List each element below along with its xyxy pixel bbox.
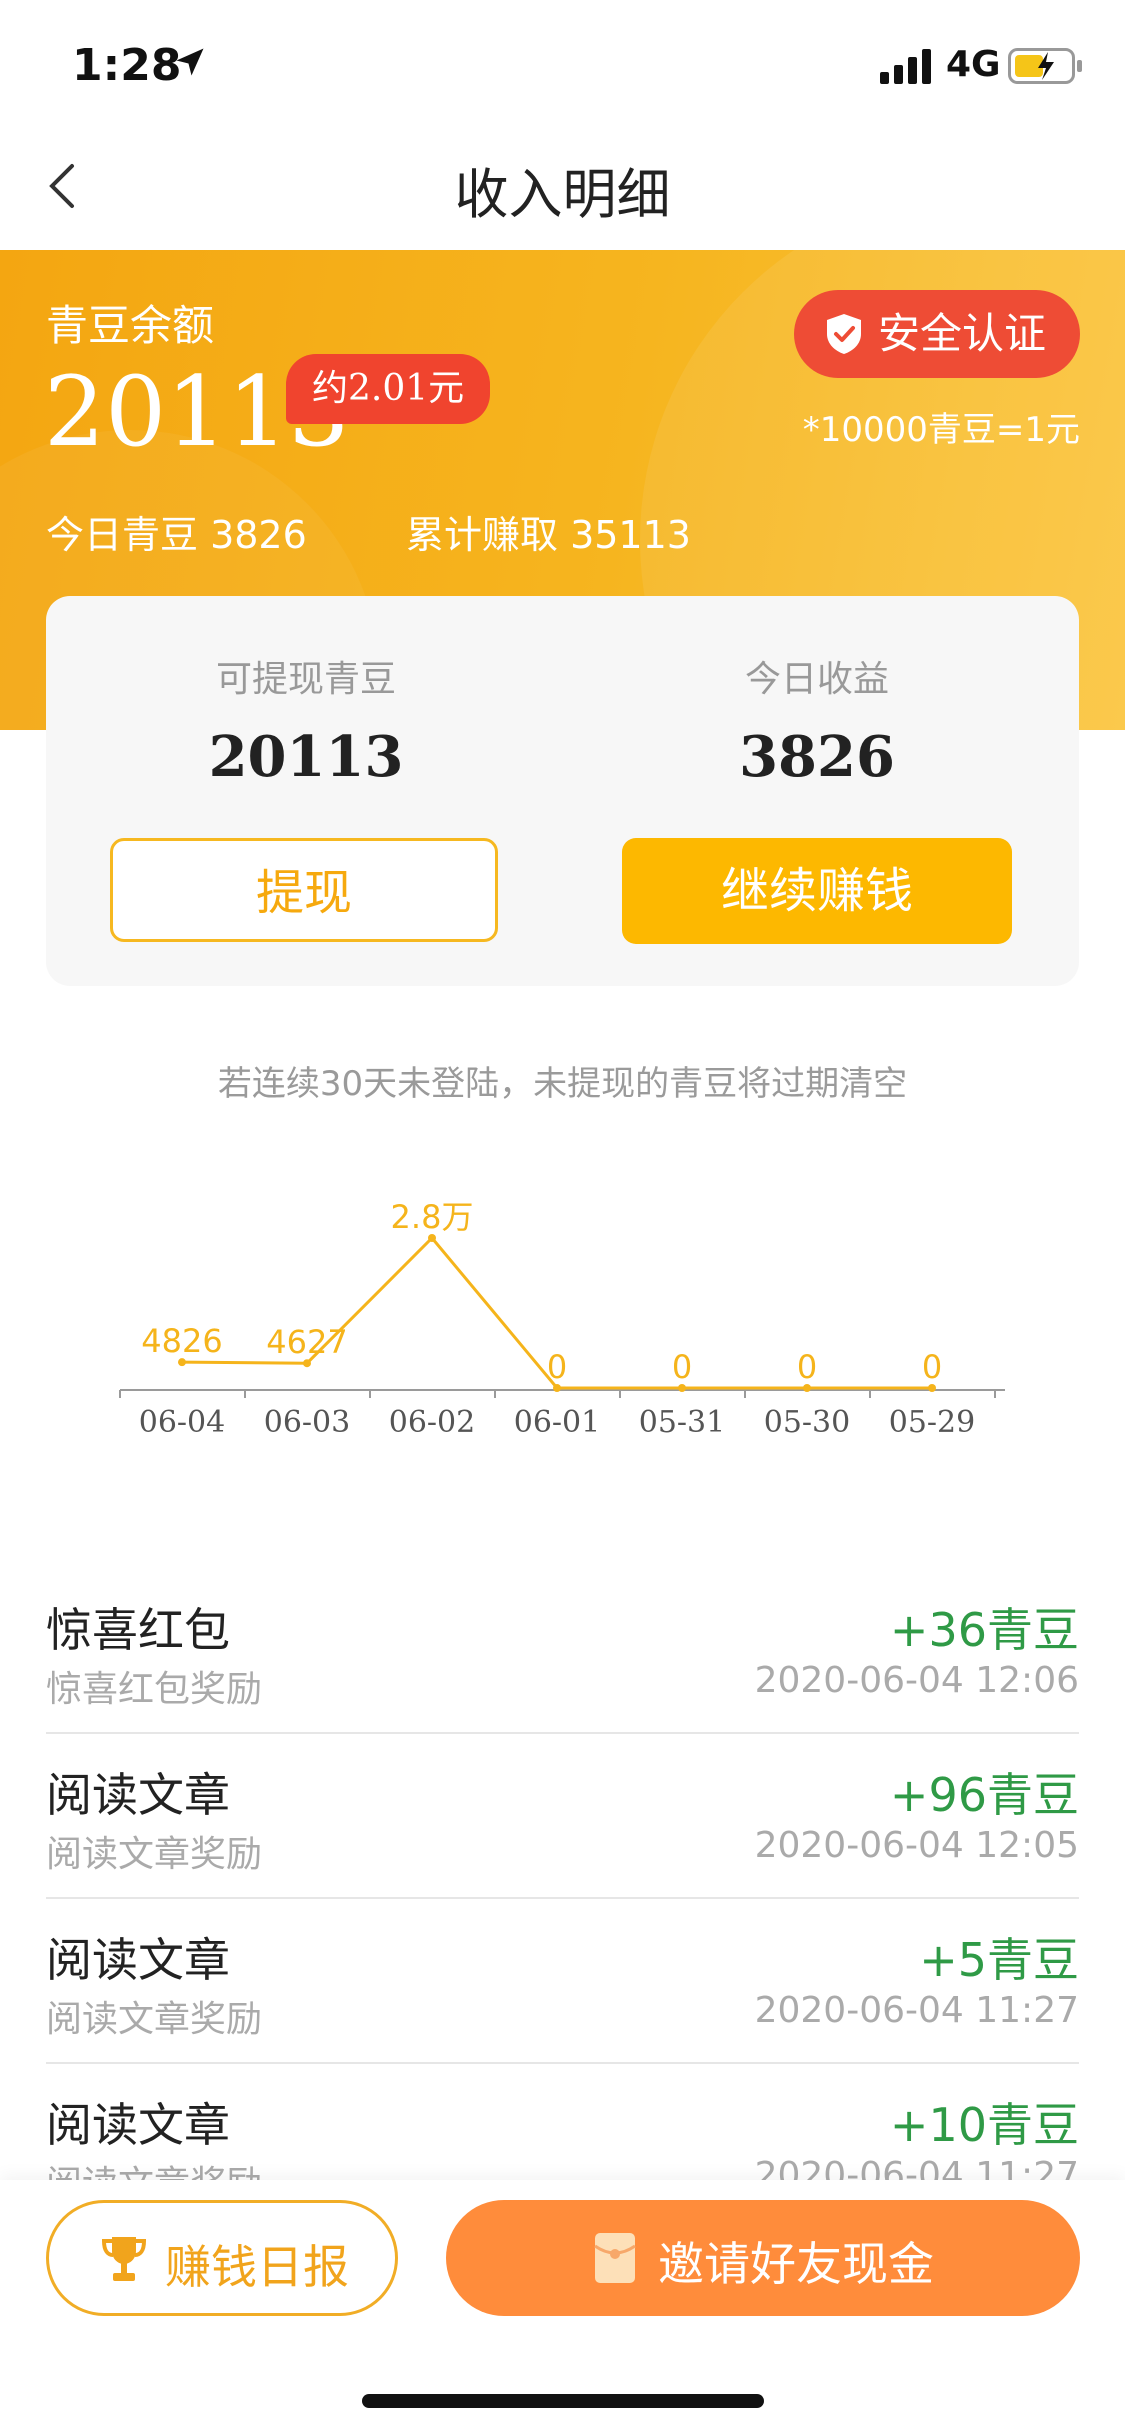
approx-cash-badge: 约2.01元 bbox=[286, 354, 491, 424]
location-arrow-icon bbox=[176, 48, 204, 76]
record-time: 2020-06-04 12:06 bbox=[754, 1660, 1079, 1701]
security-label: 安全认证 bbox=[878, 309, 1047, 358]
x-tick-label: 05-30 bbox=[764, 1405, 850, 1440]
data-label: 4627 bbox=[266, 1323, 347, 1361]
today-beans: 今日青豆 3826 bbox=[46, 513, 307, 557]
page-title: 收入明细 bbox=[454, 163, 671, 226]
data-label: 0 bbox=[672, 1348, 692, 1386]
withdrawable-label: 可提现青豆 bbox=[215, 659, 396, 700]
invite-label: 邀请好友现金 bbox=[658, 2237, 934, 2291]
record-row[interactable]: 阅读文章 阅读文章奖励 +96青豆 2020-06-04 12:05 bbox=[46, 1733, 1079, 1899]
record-subtitle: 惊喜红包奖励 bbox=[46, 1669, 263, 1710]
status-time: 1:28 bbox=[72, 40, 182, 91]
daily-report-button[interactable]: 赚钱日报 bbox=[46, 2200, 398, 2316]
data-label: 4826 bbox=[141, 1322, 222, 1360]
x-tick-label: 06-01 bbox=[514, 1405, 600, 1440]
shield-check-icon bbox=[827, 314, 861, 354]
data-label: 2.8万 bbox=[391, 1198, 474, 1236]
balance-label: 青豆余额 bbox=[46, 301, 215, 350]
daily-report-label: 赚钱日报 bbox=[165, 2240, 349, 2294]
today-income-label: 今日收益 bbox=[744, 659, 889, 700]
security-verification-button[interactable]: 安全认证 bbox=[794, 290, 1080, 378]
signal-icon bbox=[880, 49, 931, 84]
home-indicator bbox=[362, 2394, 764, 2408]
trophy-icon bbox=[101, 2237, 147, 2281]
total-earned: 累计赚取 35113 bbox=[406, 513, 691, 557]
today-income-value: 3826 bbox=[739, 724, 895, 790]
record-subtitle: 阅读文章奖励 bbox=[46, 1999, 263, 2040]
data-label: 0 bbox=[922, 1348, 942, 1386]
record-title: 阅读文章 bbox=[46, 1933, 230, 1987]
expiry-notice: 若连续30天未登陆，未提现的青豆将过期清空 bbox=[217, 1064, 908, 1104]
data-label: 0 bbox=[797, 1348, 817, 1386]
exchange-rate-note: *10000青豆=1元 bbox=[802, 410, 1080, 450]
red-envelope-icon bbox=[594, 2233, 636, 2283]
record-amount: +96青豆 bbox=[889, 1768, 1079, 1822]
x-tick-label: 06-02 bbox=[389, 1405, 475, 1440]
record-time: 2020-06-04 12:05 bbox=[754, 1825, 1079, 1866]
withdraw-button[interactable]: 提现 bbox=[110, 838, 498, 942]
record-amount: +36青豆 bbox=[889, 1603, 1079, 1657]
record-row[interactable]: 惊喜红包 惊喜红包奖励 +36青豆 2020-06-04 12:06 bbox=[46, 1568, 1079, 1734]
record-subtitle: 阅读文章奖励 bbox=[46, 1834, 263, 1875]
x-tick-label: 06-03 bbox=[264, 1405, 350, 1440]
withdrawable-value: 20113 bbox=[208, 724, 404, 790]
record-title: 惊喜红包 bbox=[46, 1603, 230, 1657]
record-amount: +10青豆 bbox=[889, 2098, 1079, 2152]
record-amount: +5青豆 bbox=[919, 1933, 1079, 1987]
continue-earning-button[interactable]: 继续赚钱 bbox=[622, 838, 1012, 944]
network-type: 4G bbox=[946, 44, 1001, 85]
x-tick-label: 05-31 bbox=[639, 1405, 725, 1440]
income-line-chart: 06-04 06-03 06-02 06-01 05-31 05-30 05-29 4826 4… bbox=[119, 1198, 1005, 1440]
record-time: 2020-06-04 11:27 bbox=[754, 1990, 1079, 2031]
record-title: 阅读文章 bbox=[46, 1768, 230, 1822]
battery-icon bbox=[1008, 48, 1082, 84]
invite-friends-button[interactable]: 邀请好友现金 bbox=[446, 2200, 1080, 2316]
record-row[interactable]: 阅读文章 阅读文章奖励 +5青豆 2020-06-04 11:27 bbox=[46, 1898, 1079, 2064]
record-title: 阅读文章 bbox=[46, 2098, 230, 2152]
x-tick-label: 05-29 bbox=[889, 1405, 975, 1440]
data-label: 0 bbox=[547, 1348, 567, 1386]
x-tick-label: 06-04 bbox=[139, 1405, 225, 1440]
